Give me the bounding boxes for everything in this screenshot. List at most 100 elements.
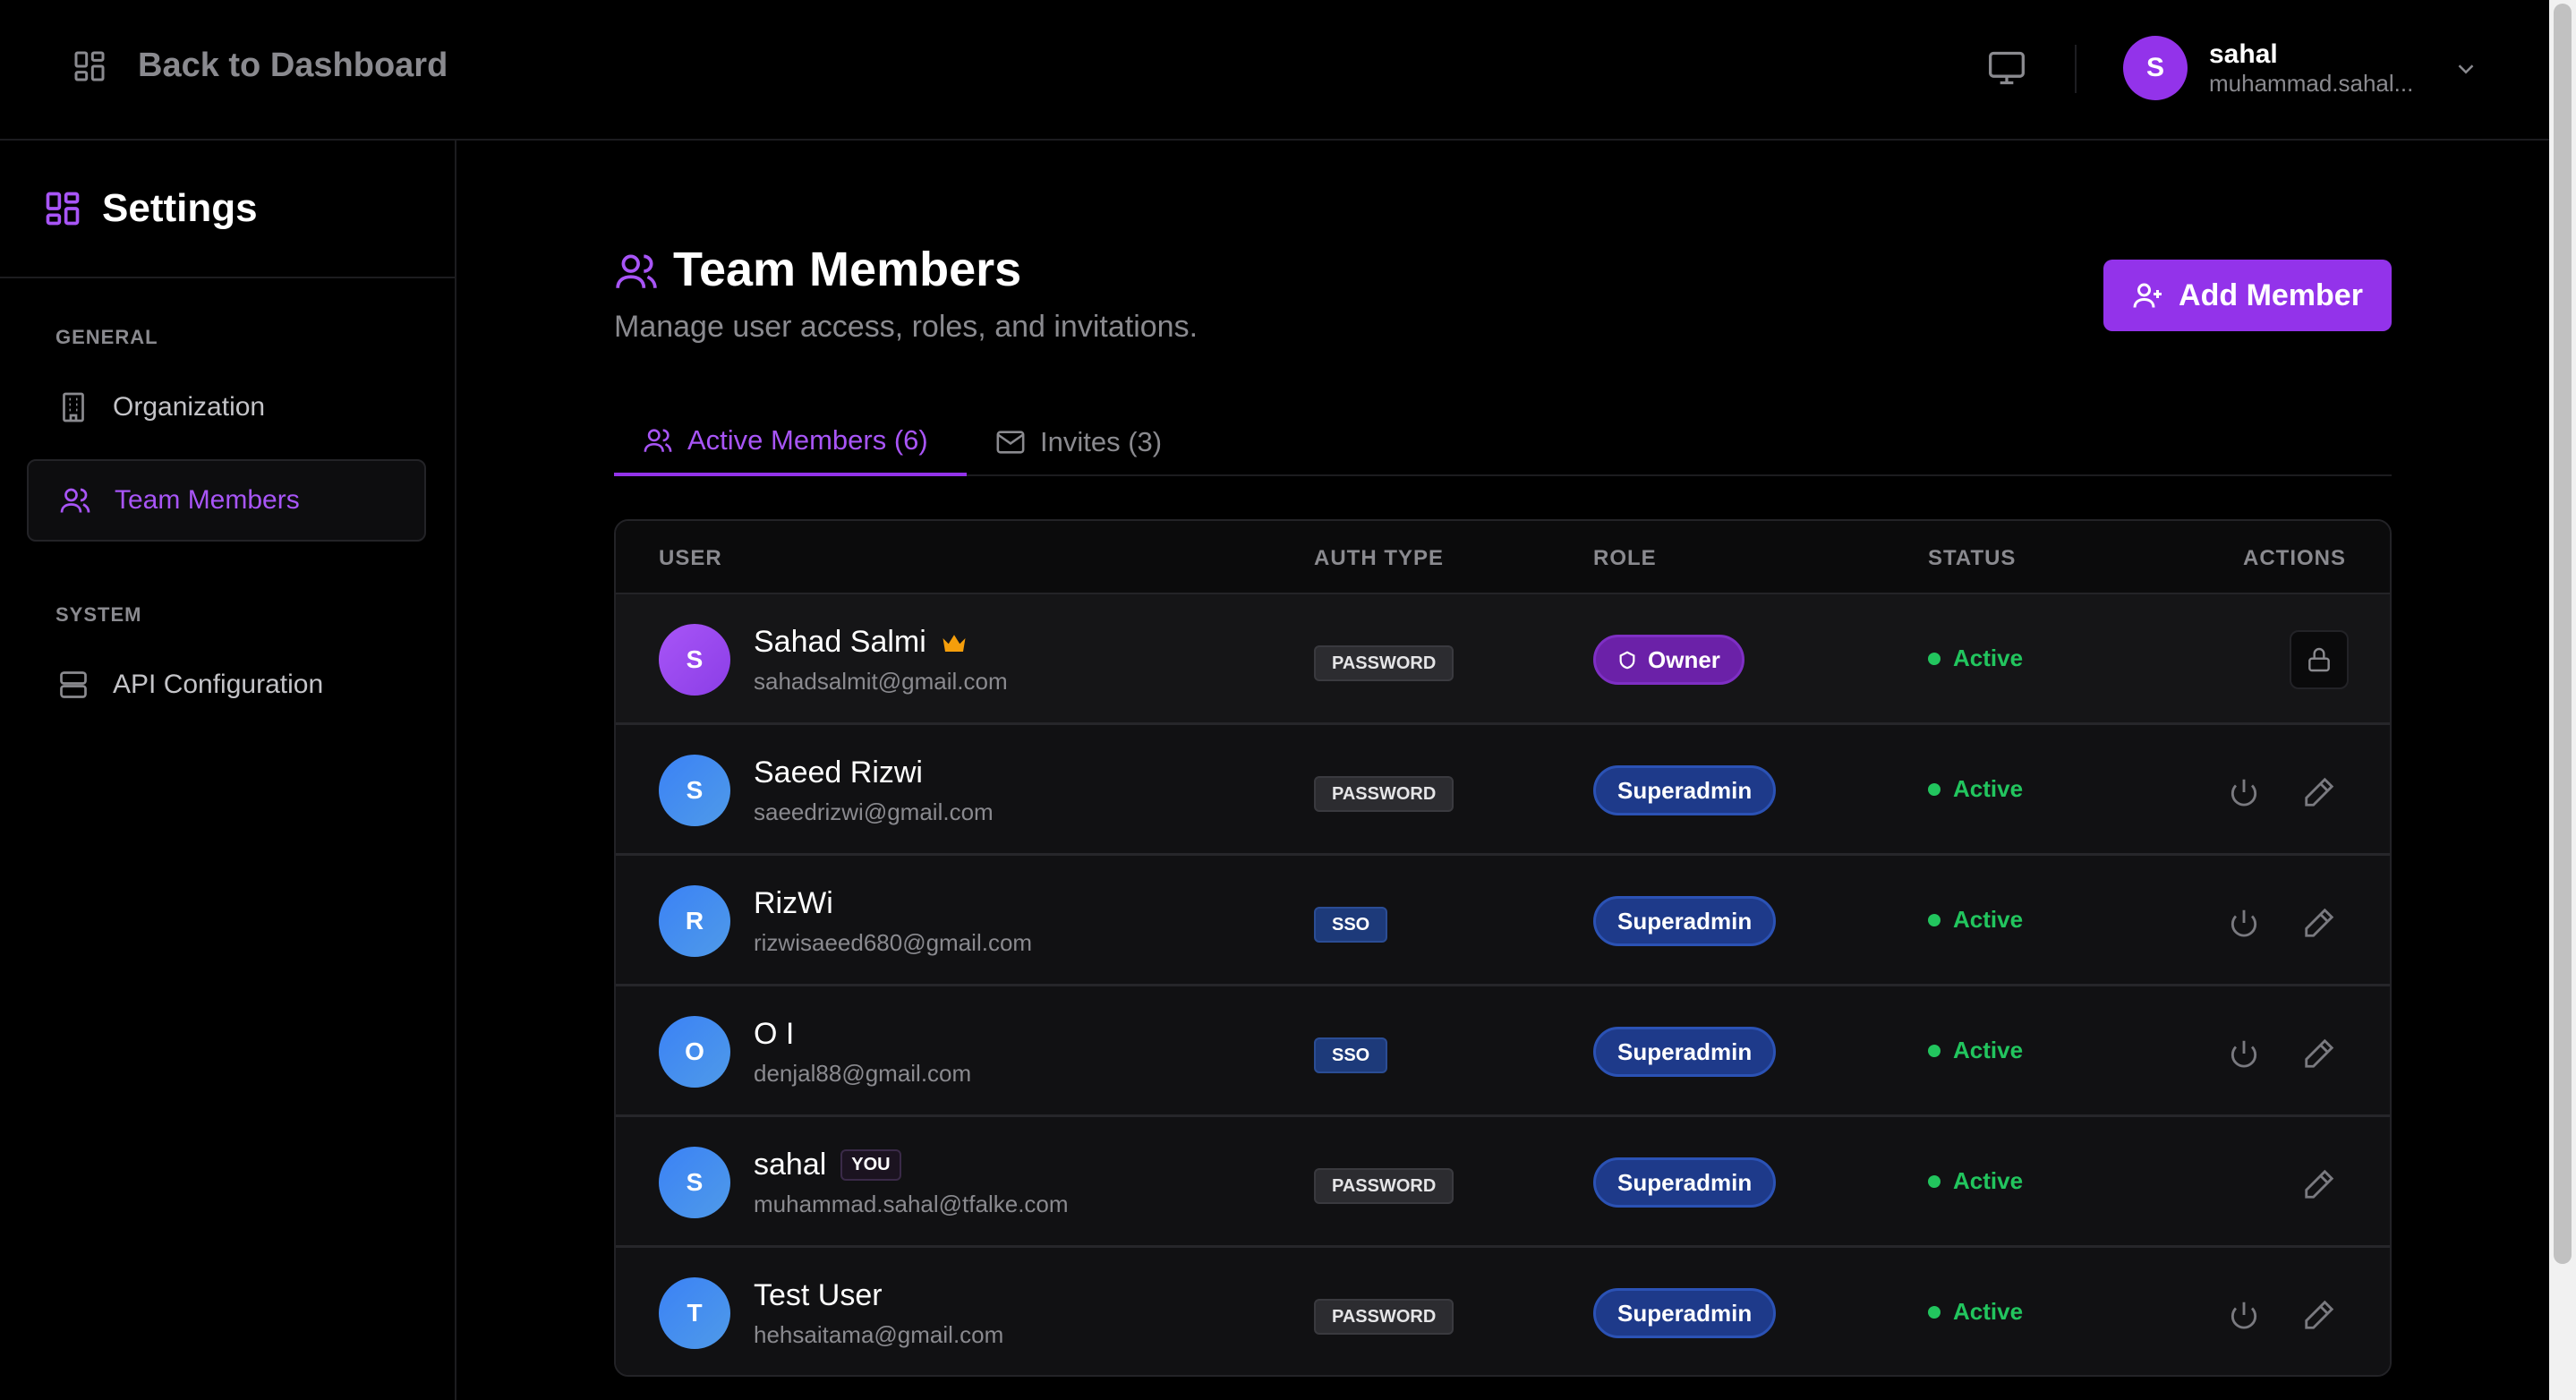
status-indicator: Active <box>1928 1167 2023 1195</box>
status-label: Active <box>1953 1298 2024 1325</box>
table-row: S Sahad Salmi sahadsalmit@gmail.com PASS… <box>616 594 2390 725</box>
edit-icon[interactable] <box>2302 1037 2336 1071</box>
monitor-icon[interactable] <box>1987 48 2026 88</box>
chevron-down-icon[interactable] <box>2452 55 2479 82</box>
user-email: muhammad.sahal... <box>2209 70 2414 97</box>
scrollbar-thumb[interactable] <box>2554 4 2572 1264</box>
member-name: O I <box>754 1017 794 1052</box>
tab-active-members[interactable]: Active Members (6) <box>614 408 967 476</box>
power-icon[interactable] <box>2227 1037 2261 1071</box>
building-icon <box>63 392 84 423</box>
member-name-text: Sahad Salmi <box>754 625 926 659</box>
user-plus-icon <box>2133 283 2162 308</box>
member-name-text: Test User <box>754 1278 883 1312</box>
role-label: Superadmin <box>1617 776 1753 804</box>
tab-invites[interactable]: Invites (3) <box>995 408 1162 476</box>
table-row: S sahal YOU muhammad.sahal@tfalke.com PA… <box>616 1117 2390 1248</box>
sidebar-item-label: API Configuration <box>113 670 324 699</box>
status-indicator: Active <box>1928 1298 2023 1326</box>
add-member-label: Add Member <box>2179 277 2363 312</box>
edit-icon[interactable] <box>2302 1298 2336 1332</box>
crown-icon <box>943 634 966 652</box>
role-badge: Superadmin <box>1593 896 1777 946</box>
you-badge: YOU <box>840 1149 901 1181</box>
status-indicator: Active <box>1928 645 2023 672</box>
member-name: Saeed Rizwi <box>754 755 923 790</box>
edit-icon[interactable] <box>2302 906 2336 940</box>
role-label: Owner <box>1648 645 1720 673</box>
tab-label: Active Members (6) <box>687 424 928 456</box>
member-email: muhammad.sahal@tfalke.com <box>754 1191 1069 1217</box>
role-badge: Superadmin <box>1593 765 1777 815</box>
column-header-actions: ACTIONS <box>2243 546 2346 570</box>
column-header-role: ROLE <box>1593 546 1657 570</box>
tabs: Active Members (6) Invites (3) <box>614 408 2392 476</box>
avatar: R <box>659 885 730 957</box>
edit-icon[interactable] <box>2302 1167 2336 1201</box>
users-icon <box>616 254 657 288</box>
power-icon[interactable] <box>2227 906 2261 940</box>
user-avatar[interactable]: S <box>2123 36 2188 100</box>
sidebar-item-label: Team Members <box>115 485 300 515</box>
add-member-button[interactable]: Add Member <box>2103 260 2392 331</box>
status-label: Active <box>1953 906 2024 933</box>
auth-type-badge: SSO <box>1314 1037 1388 1073</box>
sidebar-title: Settings <box>102 186 258 230</box>
lock-icon <box>2308 647 2330 672</box>
lock-button[interactable] <box>2290 630 2349 689</box>
status-indicator: Active <box>1928 1037 2023 1064</box>
status-label: Active <box>1953 645 2024 671</box>
avatar: S <box>659 1147 730 1218</box>
column-header-status: STATUS <box>1928 546 2017 570</box>
member-name-text: Saeed Rizwi <box>754 755 923 790</box>
auth-type-badge: PASSWORD <box>1314 776 1454 812</box>
status-dot <box>1928 652 1941 665</box>
role-badge: Superadmin <box>1593 1027 1777 1077</box>
table-row: S Saeed Rizwi saeedrizwi@gmail.com PASSW… <box>616 725 2390 856</box>
sidebar-item-organization[interactable]: Organization <box>27 366 426 448</box>
table-header: USER AUTH TYPE ROLE STATUS ACTIONS <box>616 521 2390 594</box>
avatar: S <box>659 755 730 826</box>
status-dot <box>1928 913 1941 926</box>
member-name-text: O I <box>754 1017 795 1051</box>
members-table: USER AUTH TYPE ROLE STATUS ACTIONS S Sah… <box>614 519 2392 1377</box>
role-badge: Superadmin <box>1593 1288 1777 1338</box>
role-label: Superadmin <box>1617 1168 1753 1196</box>
user-name: sahal <box>2209 39 2278 69</box>
status-label: Active <box>1953 775 2024 802</box>
avatar: S <box>659 624 730 696</box>
sidebar-header: Settings <box>0 141 455 278</box>
member-name-text: sahal <box>754 1148 827 1182</box>
sidebar-item-team-members[interactable]: Team Members <box>27 459 426 542</box>
mail-icon <box>996 431 1025 454</box>
member-email: saeedrizwi@gmail.com <box>754 798 994 825</box>
sidebar-item-api-configuration[interactable]: API Configuration <box>27 644 426 726</box>
power-icon[interactable] <box>2227 775 2261 809</box>
member-email: denjal88@gmail.com <box>754 1060 972 1087</box>
page-title: Team Members <box>673 243 1022 296</box>
sidebar-item-label: Organization <box>113 392 266 422</box>
edit-icon[interactable] <box>2302 775 2336 809</box>
auth-type-badge: PASSWORD <box>1314 1168 1454 1204</box>
status-dot <box>1928 1044 1941 1057</box>
member-name: sahal YOU <box>754 1148 901 1182</box>
tab-label: Invites (3) <box>1040 426 1163 457</box>
member-email: sahadsalmit@gmail.com <box>754 668 1008 695</box>
status-dot <box>1928 1305 1941 1319</box>
top-bar: Back to Dashboard S sahal muhammad.sahal… <box>0 0 2549 141</box>
users-icon <box>644 429 672 452</box>
member-name: Test User <box>754 1278 883 1313</box>
role-label: Superadmin <box>1617 1299 1753 1327</box>
member-email: rizwisaeed680@gmail.com <box>754 929 1033 956</box>
role-label: Superadmin <box>1617 1037 1753 1065</box>
users-icon <box>60 488 90 513</box>
member-name: RizWi <box>754 886 833 921</box>
member-email: hehsaitama@gmail.com <box>754 1321 1004 1348</box>
table-row: T Test User hehsaitama@gmail.com PASSWOR… <box>616 1248 2390 1375</box>
member-name-text: RizWi <box>754 886 833 920</box>
role-badge: Owner <box>1593 635 1744 685</box>
back-to-dashboard-link[interactable]: Back to Dashboard <box>72 47 448 85</box>
status-indicator: Active <box>1928 906 2023 934</box>
column-header-user: USER <box>659 546 722 570</box>
power-icon[interactable] <box>2227 1298 2261 1332</box>
